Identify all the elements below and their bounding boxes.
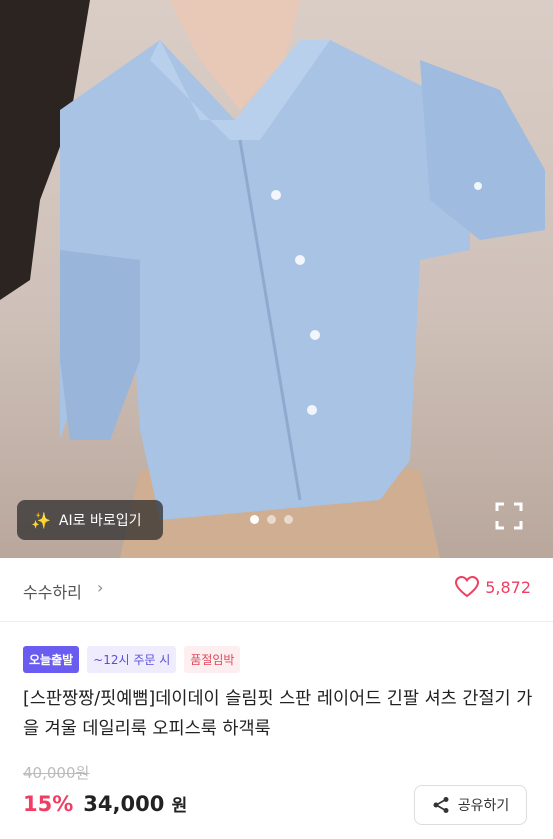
low-stock-badge: 품절임박: [184, 646, 241, 673]
share-button[interactable]: 공유하기: [414, 785, 527, 825]
carousel-indicator: [250, 515, 293, 524]
sale-price-value: 34,000: [83, 792, 165, 816]
product-title: [스판짱짱/핏예뻠]데이데이 슬림핏 스판 레이어드 긴팔 셔츠 간절기 가을 …: [23, 689, 533, 739]
ai-try-on-label: AI로 바로입기: [58, 513, 142, 529]
ai-try-on-button[interactable]: ✨ AI로 바로입기: [17, 500, 163, 540]
carousel-dot[interactable]: [250, 515, 259, 524]
magic-wand-icon: ✨: [31, 510, 51, 530]
like-count: 5,872: [485, 577, 531, 597]
share-label: 공유하기: [457, 798, 510, 814]
shirt-photo: [0, 0, 545, 558]
delivery-badges: 오늘출발 ~12시 주문 시 품절임박: [23, 646, 241, 673]
share-icon: [433, 797, 449, 813]
expand-icon[interactable]: [493, 500, 525, 532]
seller-name[interactable]: 수수하리: [23, 579, 82, 603]
carousel-dot[interactable]: [284, 515, 293, 524]
carousel-dot[interactable]: [267, 515, 276, 524]
order-cutoff-badge: ~12시 주문 시: [87, 646, 177, 673]
like-button[interactable]: 5,872: [455, 576, 531, 598]
product-image[interactable]: ✨ AI로 바로입기: [0, 0, 553, 558]
heart-icon: [455, 576, 480, 598]
original-price: 40,000원: [23, 764, 90, 782]
price-row: 15% 34,000 원: [23, 791, 187, 816]
sale-price: 34,000 원: [83, 791, 187, 816]
discount-rate: 15%: [23, 792, 74, 816]
chevron-right-icon: ›: [97, 578, 104, 597]
currency-label: 원: [171, 796, 188, 816]
today-shipping-badge: 오늘출발: [23, 646, 80, 673]
seller-row[interactable]: 수수하리 › 5,872: [0, 558, 553, 622]
